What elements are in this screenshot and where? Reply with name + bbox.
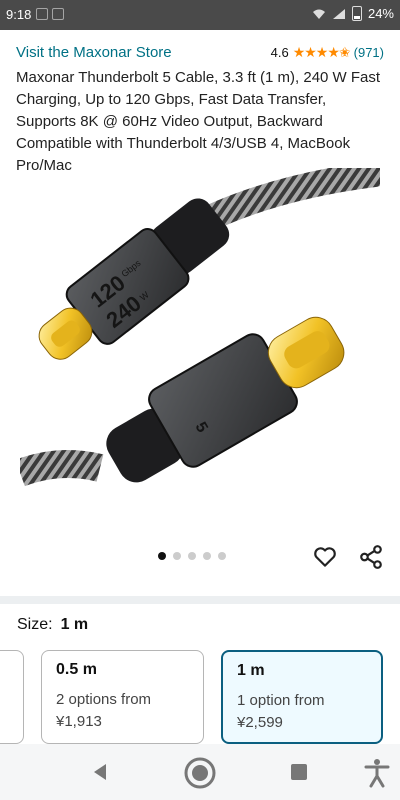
carousel-dot[interactable] xyxy=(188,552,196,560)
status-time: 9:18 xyxy=(6,7,32,22)
carousel-dots[interactable] xyxy=(158,552,226,560)
back-icon[interactable] xyxy=(88,758,110,786)
store-row: Visit the Maxonar Store 4.6 ★★★★✬ (971) xyxy=(16,44,384,64)
section-divider xyxy=(0,596,400,604)
heart-icon[interactable] xyxy=(312,544,338,570)
size-selected-value: 1 m xyxy=(60,616,89,633)
notification-icons xyxy=(36,8,64,20)
status-right: 24% xyxy=(312,6,394,21)
signal-icon xyxy=(332,8,345,19)
status-bar: 9:18 24% xyxy=(0,0,400,30)
size-option-card-partial[interactable] xyxy=(0,650,24,744)
size-option-availability: 1 option from xyxy=(237,692,325,709)
carousel-dot[interactable] xyxy=(158,552,166,560)
star-rating-icon: ★★★★✬ xyxy=(292,44,351,60)
rating-value: 4.6 xyxy=(270,45,289,60)
action-icons xyxy=(312,544,384,570)
carousel-dot[interactable] xyxy=(203,552,211,560)
carousel-dot[interactable] xyxy=(173,552,181,560)
size-option-price: ¥2,599 xyxy=(237,714,283,731)
accessibility-icon[interactable] xyxy=(364,758,390,788)
size-selector-label: Size: 1 m xyxy=(17,616,88,634)
home-icon[interactable] xyxy=(183,756,217,790)
rating[interactable]: 4.6 ★★★★✬ (971) xyxy=(271,44,384,61)
size-option-name: 0.5 m xyxy=(56,661,97,678)
rating-count[interactable]: (971) xyxy=(354,45,384,60)
size-option-1m[interactable]: 1 m 1 option from ¥2,599 xyxy=(221,650,383,744)
wifi-icon xyxy=(312,9,325,19)
recents-icon[interactable] xyxy=(289,762,309,782)
system-navigation-bar xyxy=(0,744,400,800)
size-option-availability: 2 options from xyxy=(56,691,152,708)
notification-icon xyxy=(36,8,48,20)
size-label: Size: xyxy=(17,616,53,633)
product-title: Maxonar Thunderbolt 5 Cable, 3.3 ft (1 m… xyxy=(16,69,381,174)
store-link[interactable]: Visit the Maxonar Store xyxy=(16,44,172,61)
size-option-0-5m[interactable]: 0.5 m 2 options from ¥1,913 xyxy=(41,650,204,744)
share-icon[interactable] xyxy=(358,544,384,570)
product-image[interactable]: 120 Gbps 240 W 5 xyxy=(20,168,380,538)
download-icon xyxy=(52,8,64,20)
battery-percent: 24% xyxy=(367,6,394,21)
size-option-price: ¥1,913 xyxy=(56,713,102,730)
battery-icon xyxy=(351,6,362,21)
carousel-dot[interactable] xyxy=(218,552,226,560)
size-option-name: 1 m xyxy=(237,662,265,679)
